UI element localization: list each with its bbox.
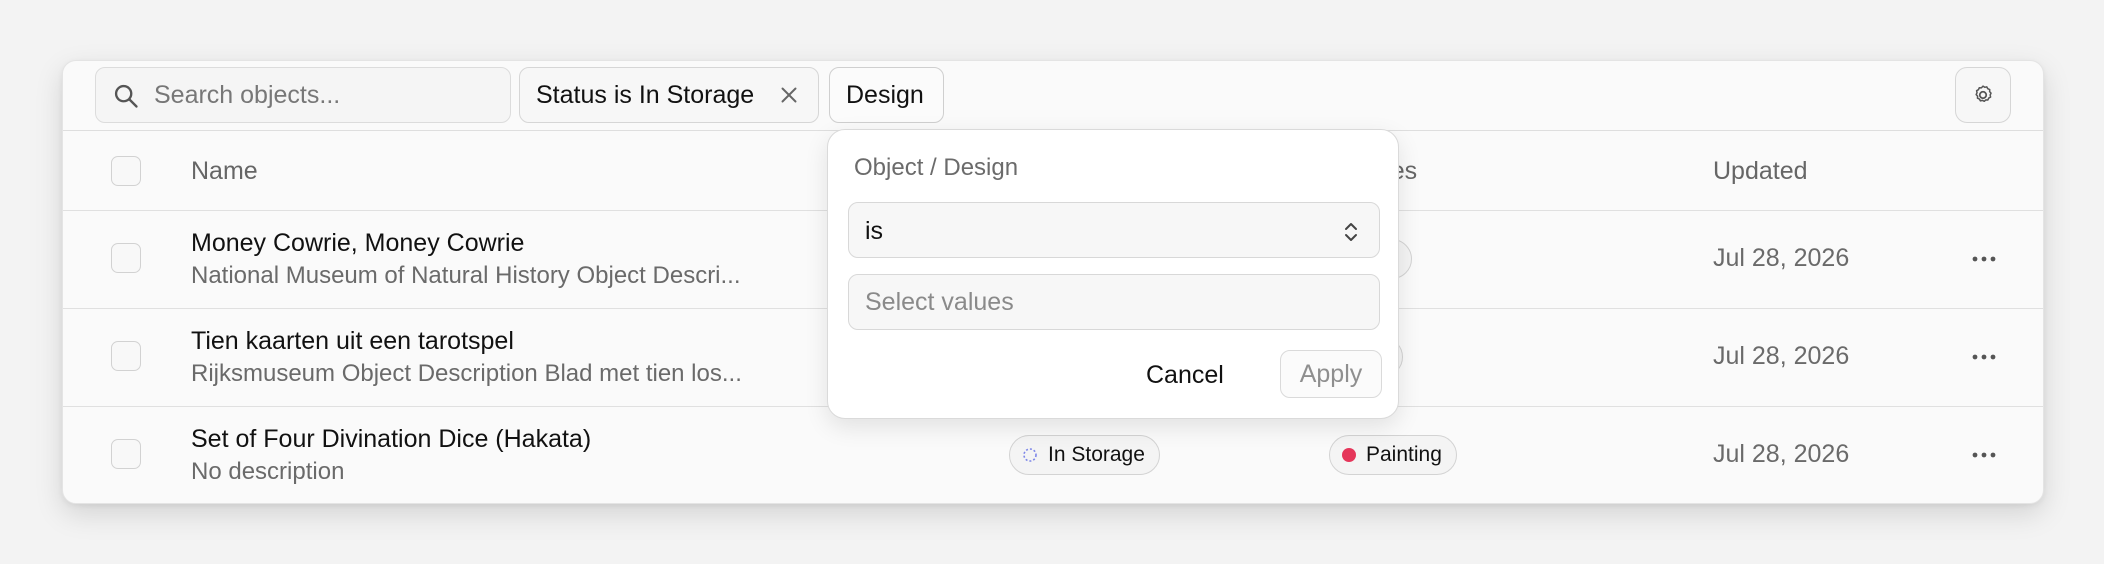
row-checkbox[interactable] — [111, 341, 141, 371]
toolbar: Status is In Storage Design — [63, 61, 2043, 131]
object-title[interactable]: Money Cowrie, Money Cowrie — [191, 229, 524, 258]
updated-date: Jul 28, 2026 — [1713, 244, 1850, 272]
values-input[interactable] — [849, 275, 1379, 329]
select-all-checkbox[interactable] — [111, 156, 141, 186]
table-row[interactable]: Set of Four Divination Dice (Hakata) No … — [63, 407, 2043, 505]
operator-select[interactable]: is — [848, 202, 1380, 258]
settings-button[interactable] — [1955, 67, 2011, 123]
object-title[interactable]: Tien kaarten uit een tarotspel — [191, 327, 514, 356]
object-description: No description — [191, 458, 345, 485]
design-filter-chip[interactable]: Design — [829, 67, 944, 123]
object-title[interactable]: Set of Four Divination Dice (Hakata) — [191, 425, 591, 454]
popover-title: Object / Design — [854, 154, 1019, 181]
operator-value: is — [865, 217, 884, 245]
status-label: In Storage — [1048, 443, 1145, 466]
status-filter-chip[interactable]: Status is In Storage — [519, 67, 819, 123]
column-header-name[interactable]: Name — [191, 157, 258, 186]
gear-icon — [1975, 85, 1992, 103]
column-header-updated[interactable]: Updated — [1713, 157, 1808, 186]
object-description: National Museum of Natural History Objec… — [191, 262, 741, 289]
object-description: Rijksmuseum Object Description Blad met … — [191, 360, 742, 387]
apply-button[interactable]: Apply — [1280, 350, 1382, 398]
design-filter-popover: Object / Design is Cancel Apply — [827, 129, 1399, 419]
updated-date: Jul 28, 2026 — [1713, 440, 1850, 468]
objects-table-card: Status is In Storage Design Name ories U… — [62, 60, 2044, 504]
category-dot-icon — [1342, 448, 1356, 462]
row-checkbox[interactable] — [111, 439, 141, 469]
design-filter-label: Design — [846, 80, 924, 109]
status-badge: In Storage — [1009, 435, 1160, 475]
category-badge: Painting — [1329, 435, 1457, 475]
cancel-button[interactable]: Cancel — [1146, 352, 1224, 398]
in-storage-icon — [1023, 448, 1037, 462]
search-box[interactable] — [95, 67, 511, 123]
close-icon[interactable] — [776, 82, 802, 108]
search-icon — [114, 84, 138, 108]
more-options-icon[interactable] — [1971, 255, 1997, 263]
row-checkbox[interactable] — [111, 243, 141, 273]
updated-date: Jul 28, 2026 — [1713, 342, 1850, 370]
search-input[interactable] — [154, 68, 494, 122]
values-field[interactable] — [848, 274, 1380, 330]
chevron-up-down-icon — [1345, 223, 1357, 241]
status-filter-label: Status is In Storage — [536, 80, 755, 109]
more-options-icon[interactable] — [1971, 451, 1997, 459]
category-label: Painting — [1366, 443, 1442, 466]
more-options-icon[interactable] — [1971, 353, 1997, 361]
